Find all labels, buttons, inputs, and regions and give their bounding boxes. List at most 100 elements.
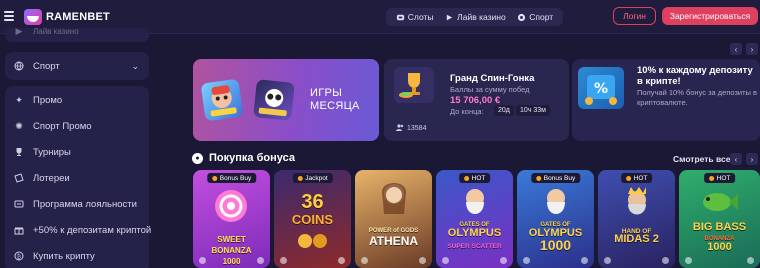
nav-slots[interactable]: Слоты (396, 12, 434, 22)
bonus-icon: ● (192, 152, 203, 164)
sidebar-item-label: Купить крипту (33, 250, 95, 262)
bonus-buy-heading: ● Покупка бонуса (192, 152, 295, 164)
trophy-icon (394, 67, 434, 103)
provider-icon (199, 257, 206, 264)
game-card-olympus-1000[interactable]: Bonus Buy GATES OF OLYMPUS 1000 (517, 170, 594, 268)
game-card-sweet-bonanza[interactable]: Bonus Buy SWEET BONANZA 1000 (193, 170, 270, 268)
badge-label: Bonus Buy (543, 174, 576, 182)
info-icon[interactable] (747, 257, 754, 264)
games-of-month-banner[interactable]: ИГРЫ МЕСЯЦА (193, 59, 379, 141)
badge-label: HOT (633, 174, 648, 182)
fish-icon (703, 193, 738, 211)
nav-sport[interactable]: Спорт (517, 12, 553, 22)
info-icon[interactable] (419, 257, 426, 264)
live-casino-icon (445, 13, 454, 22)
sidebar-item-crypto-deposit[interactable]: +50% к депозитам криптой (5, 217, 152, 243)
info-icon[interactable] (257, 257, 264, 264)
promo-prev-button[interactable]: ‹ (730, 43, 742, 55)
percent-box-icon: % (578, 67, 624, 109)
nav-live-casino-label: Лайв казино (457, 12, 506, 22)
tournament-card[interactable]: Гранд Спин-Гонка Баллы за сумму побед 15… (384, 59, 569, 141)
game-card-hand-of-midas[interactable]: HOT HAND OF MIDAS 2 (598, 170, 675, 268)
lollipop-icon (215, 190, 247, 222)
game-card-olympus-super-scatter[interactable]: HOT GATES OF OLYMPUS SUPER SCATTER (436, 170, 513, 268)
tournament-until-label: До конца: (450, 107, 484, 116)
game-title-art: ATHENA (368, 234, 419, 248)
game-title-art: MIDAS 2 (614, 233, 659, 245)
sidebar-item-buy-crypto[interactable]: ₿ Купить крипту (5, 243, 149, 268)
users-icon (396, 124, 404, 133)
crypto-icon: ₿ (14, 251, 24, 261)
provider-icon (442, 257, 449, 264)
slots-icon (396, 13, 405, 22)
globe-icon (14, 61, 24, 71)
midas-portrait-icon (628, 187, 646, 215)
game-card-36-coins[interactable]: Jackpot 36 COINS (274, 170, 351, 268)
info-icon[interactable] (338, 257, 345, 264)
soccer-ball-icon (517, 13, 526, 22)
countdown-time: 10ч 33м (516, 105, 550, 116)
info-icon[interactable] (662, 257, 669, 264)
tournament-subtitle: Баллы за сумму побед (450, 85, 530, 94)
game-title-art: SWEET BONANZA 1000 (211, 235, 252, 266)
badge-label: Jackpot (305, 174, 328, 182)
sidebar-item-label: Промо (33, 94, 63, 106)
game-title-art: COINS (291, 212, 334, 227)
promo-icon: ✦ (15, 94, 23, 105)
info-icon[interactable] (581, 257, 588, 264)
crypto-bonus-card[interactable]: % 10% к каждому депозиту в крипте! Получ… (572, 59, 760, 141)
badge-bonus-buy: Bonus Buy (206, 173, 257, 183)
coins-icon (298, 234, 327, 248)
sidebar-item-promo[interactable]: ✦ Промо (5, 87, 149, 113)
bonus-next-button[interactable]: › (746, 153, 758, 165)
tournament-title: Гранд Спин-Гонка (450, 73, 535, 84)
zeus-portrait-icon (466, 189, 484, 214)
sidebar-item-label: +50% к депозитам криптой (33, 224, 152, 236)
sidebar-item-sport-promo[interactable]: ✺ Спорт Промо (5, 113, 149, 139)
game-card-athena[interactable]: POWER of GODS ATHENA (355, 170, 432, 268)
zeus-portrait-icon (547, 189, 565, 214)
badge-bonus-buy: Bonus Buy (530, 173, 581, 183)
game-thumbnail (253, 79, 295, 121)
info-icon[interactable] (500, 257, 507, 264)
players-count-value: 13584 (407, 125, 427, 132)
badge-label: Bonus Buy (219, 174, 252, 182)
sidebar: ▶ Лайв казино Спорт ⌄ ✦ Промо ✺ Спорт Пр… (0, 26, 160, 268)
sidebar-item-loyalty[interactable]: Программа лояльности (5, 191, 149, 217)
badge-label: HOT (716, 174, 731, 182)
top-nav: Слоты Лайв казино Спорт (386, 8, 563, 26)
crypto-bonus-text: Получай 10% бонус за депозиты в криптова… (637, 88, 757, 107)
sidebar-item-label: Программа лояльности (33, 198, 137, 210)
main-content: ‹ › ИГРЫ МЕСЯЦА Гранд Спин-Гонка Баллы з… (160, 34, 760, 268)
game-card-big-bass[interactable]: HOT BIG BASS BONANZA 1000 (679, 170, 760, 268)
logo-text: RAMENBET (46, 11, 110, 23)
badge-hot: HOT (458, 173, 491, 183)
badge-dot-icon (211, 175, 217, 181)
game-title-art: OLYMPUS (447, 227, 502, 239)
countdown-days: 20д (494, 105, 514, 116)
game-title-art: SUPER SCATTER (447, 243, 502, 250)
gift-icon (14, 225, 24, 235)
sidebar-item-live-casino[interactable]: ▶ Лайв казино (5, 24, 149, 38)
badge-dot-icon (463, 175, 469, 181)
athena-portrait-icon (382, 183, 406, 214)
bonus-prev-button[interactable]: ‹ (730, 153, 742, 165)
menu-burger-icon[interactable] (4, 11, 14, 21)
register-button[interactable]: Зарегистрироваться (662, 7, 758, 25)
live-casino-icon: ▶ (15, 25, 23, 36)
nav-live-casino[interactable]: Лайв казино (445, 12, 506, 22)
provider-icon (361, 257, 368, 264)
sidebar-item-sport[interactable]: Спорт ⌄ (5, 53, 149, 79)
provider-icon (604, 257, 611, 264)
sidebar-item-tournaments[interactable]: Турниры (5, 139, 149, 165)
players-count: 13584 (396, 124, 426, 133)
promo-next-button[interactable]: › (746, 43, 758, 55)
badge-hot: HOT (620, 173, 653, 183)
badge-dot-icon (708, 175, 714, 181)
chevron-down-icon[interactable]: ⌄ (131, 61, 139, 72)
provider-icon (523, 257, 530, 264)
sidebar-item-lotteries[interactable]: Лотереи (5, 165, 149, 191)
badge-dot-icon (297, 175, 303, 181)
login-button[interactable]: Логин (613, 7, 656, 25)
see-all-link[interactable]: Смотреть все (673, 154, 730, 164)
